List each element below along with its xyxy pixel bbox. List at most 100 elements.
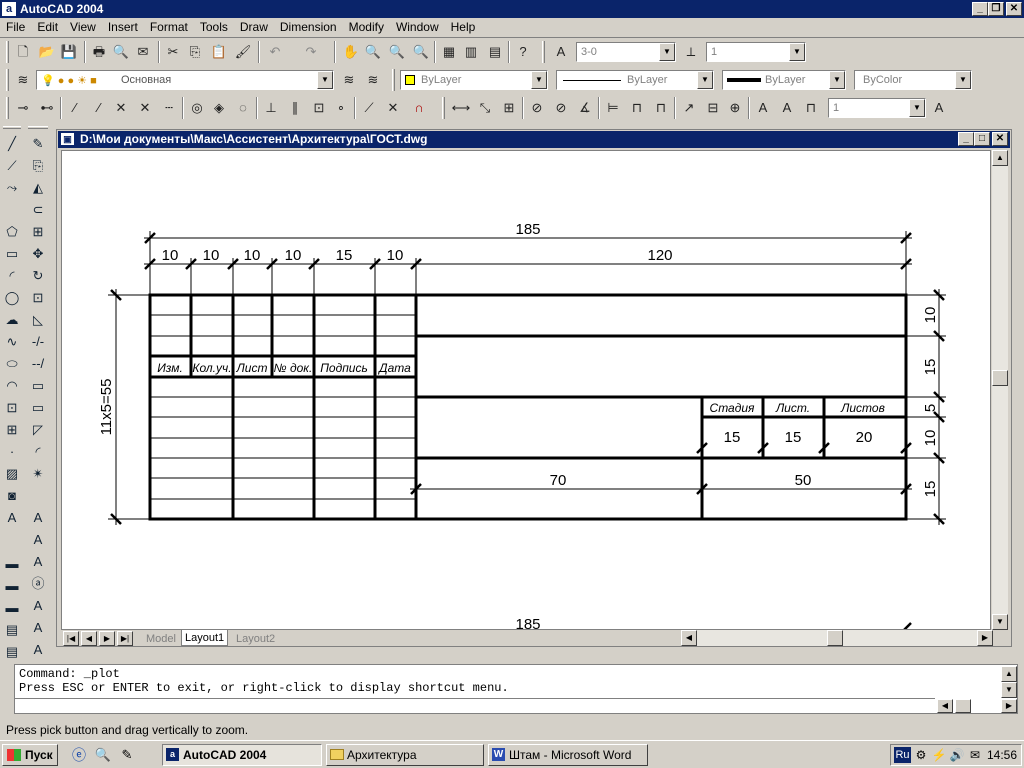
baseline-dimension-icon[interactable]: ⊓ [626,97,648,119]
zoom-window-icon[interactable]: 🔍 [386,41,408,63]
toolbar-grip[interactable] [442,97,445,119]
array-icon[interactable]: ⊞ [27,221,49,242]
polygon-icon[interactable]: ⬠ [1,221,23,242]
tab-layout2[interactable]: Layout2 [233,632,278,646]
scale-icon[interactable]: ⊡ [27,287,49,308]
multiline-text-icon[interactable]: A [1,507,23,528]
vertical-scrollbar[interactable]: ▲ ▼ [992,150,1008,630]
menu-help[interactable]: Help [445,18,482,36]
tool-palettes-icon[interactable]: ▤ [484,41,506,63]
osnap-settings-icon[interactable]: ∩ [408,97,430,119]
quick-launch-tool-icon[interactable]: ✎ [118,746,136,764]
dimension-style-combo[interactable]: 1 ▼ [828,98,926,118]
layer-tool-icon[interactable]: ▤ [1,619,23,640]
toolbar-grip[interactable] [542,41,545,63]
drawing-file-icon[interactable]: ▣ [61,133,74,145]
break-icon[interactable]: ▭ [27,397,49,418]
command-scroll-down[interactable]: ▼ [1001,682,1017,698]
revision-cloud-icon[interactable]: ☁ [1,309,23,330]
tray-app-icon[interactable]: ✉ [967,747,983,763]
linetype-combo[interactable]: ByLayer ▼ [556,70,714,90]
snap-midpoint-icon[interactable]: ∕ [88,97,110,119]
toolbar-grip[interactable] [28,126,48,129]
command-input-line[interactable] [15,698,935,714]
ellipse-arc-icon[interactable]: ◠ [1,375,23,396]
tab-prev-button[interactable]: ◀ [81,631,97,646]
pan-icon[interactable]: ✋ [340,41,362,63]
dimension-edit-icon[interactable]: A [752,97,774,119]
scroll-right-button[interactable]: ▶ [977,630,993,646]
explode-icon[interactable]: ✴ [27,463,49,484]
snap-tangent-icon[interactable]: ◌ [232,97,254,119]
dimension-text-edit-icon[interactable]: A [776,97,798,119]
tab-layout1[interactable]: Layout1 [181,630,229,646]
toolbar-grip[interactable] [6,69,9,91]
layer-manager-icon[interactable]: ≋ [12,69,34,91]
dimension-style-icon[interactable]: A [928,97,950,119]
properties-icon[interactable]: ▦ [438,41,460,63]
publish-icon[interactable]: ✉ [132,41,154,63]
toolbar-grip[interactable] [6,97,9,119]
snap-endpoint-icon[interactable]: ∕ [64,97,86,119]
zoom-realtime-icon[interactable]: 🔍 [362,41,384,63]
new-icon[interactable]: 🗋 [12,41,34,63]
menu-insert[interactable]: Insert [102,18,144,36]
minimize-button[interactable]: _ [972,2,988,16]
drawing-minimize-button[interactable]: _ [958,132,974,146]
layer-combo[interactable]: 💡 ● ● ☀ ■ Основная ▼ [36,70,334,90]
command-scroll-up[interactable]: ▲ [1001,666,1017,682]
horizontal-scrollbar[interactable]: ◀ ▶ [681,630,993,646]
task-folder[interactable]: Архитектура [326,744,484,766]
insert-block-icon[interactable]: ⊡ [1,397,23,418]
color-combo[interactable]: ByLayer ▼ [400,70,548,90]
save-icon[interactable]: 💾 [58,41,80,63]
help-icon[interactable]: ? [512,41,534,63]
tab-last-button[interactable]: ▶| [117,631,133,646]
snap-none-icon[interactable]: ✕ [382,97,404,119]
tab-next-button[interactable]: ▶ [99,631,115,646]
break-at-point-icon[interactable]: ▭ [27,375,49,396]
menu-dimension[interactable]: Dimension [274,18,343,36]
zoom-previous-icon[interactable]: 🔍 [410,41,432,63]
tray-app-icon[interactable]: ⚙ [913,747,929,763]
polyline-icon[interactable]: ⤳ [1,177,23,198]
clock[interactable]: 14:56 [987,748,1017,762]
drawing-close-button[interactable]: ✕ [992,132,1008,146]
offset-icon[interactable]: ⊂ [27,199,49,220]
linear-dimension-icon[interactable]: ⟷ [450,97,472,119]
trim-icon[interactable]: -/- [27,331,49,352]
center-mark-icon[interactable]: ⊕ [724,97,746,119]
diameter-dimension-icon[interactable]: ⊘ [550,97,572,119]
task-autocad[interactable]: a AutoCAD 2004 [162,744,322,766]
tab-first-button[interactable]: |◀ [63,631,79,646]
layer-tool-icon[interactable]: ▬ [1,575,23,596]
snap-parallel-icon[interactable]: ∥ [284,97,306,119]
toolbar-grip[interactable] [392,69,395,91]
lineweight-combo[interactable]: ByLayer ▼ [722,70,846,90]
dimension-update-icon[interactable]: ⊓ [800,97,822,119]
dim-style-icon[interactable]: ⟂ [680,41,702,63]
text-edit-icon[interactable]: A [27,529,49,550]
snap-from-icon[interactable]: ⊷ [36,97,58,119]
copy-icon[interactable]: ⎘ [184,41,206,63]
line-icon[interactable]: ╱ [1,133,23,154]
design-center-icon[interactable]: ▥ [460,41,482,63]
plot-style-combo[interactable]: ByColor ▼ [854,70,972,90]
menu-modify[interactable]: Modify [343,18,390,36]
snap-insert-icon[interactable]: ⊡ [308,97,330,119]
chamfer-icon[interactable]: ◸ [27,419,49,440]
scroll-left-button[interactable]: ◀ [681,630,697,646]
close-button[interactable]: ✕ [1006,2,1022,16]
autocad-logo-icon[interactable]: a [2,2,16,16]
menu-view[interactable]: View [64,18,102,36]
snap-intersection-icon[interactable]: ✕ [110,97,132,119]
rectangle-icon[interactable]: ▭ [1,243,23,264]
drawing-canvas[interactable]: 185 10 10 10 10 15 10 120 70 50 185 11x5… [61,150,991,630]
angular-dimension-icon[interactable]: ∡ [574,97,596,119]
point-icon[interactable]: · [1,441,23,462]
continue-dimension-icon[interactable]: ⊓ [650,97,672,119]
command-scroll-left[interactable]: ◀ [937,699,953,713]
arc-icon[interactable]: ◜ [1,265,23,286]
region-icon[interactable]: ◙ [1,485,23,506]
spline-icon[interactable]: ∿ [1,331,23,352]
